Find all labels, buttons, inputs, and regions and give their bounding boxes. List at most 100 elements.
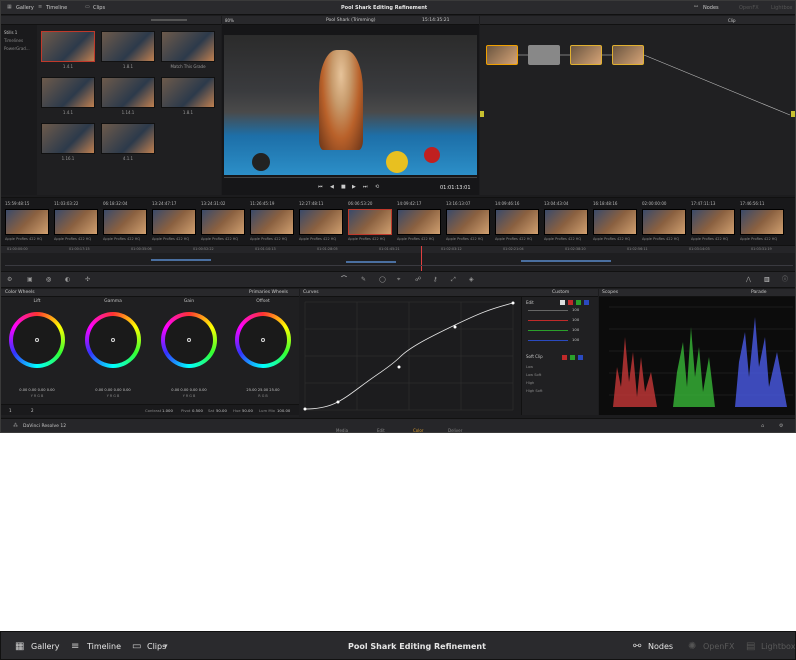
deliver-page-tab[interactable]: Deliver bbox=[448, 428, 462, 432]
clip-thumbnail[interactable] bbox=[201, 209, 245, 235]
viewer-scrubber[interactable] bbox=[224, 177, 477, 178]
stop-icon[interactable]: ■ bbox=[341, 185, 346, 190]
wheel-mode-select[interactable]: Primaries Wheels bbox=[249, 290, 288, 295]
album-stills[interactable]: Stills 1 bbox=[4, 30, 17, 35]
media-page-tab[interactable]: Media bbox=[336, 428, 348, 432]
zoom-level[interactable]: 80% bbox=[225, 18, 234, 23]
keyframes-icon[interactable]: ⋀ bbox=[746, 277, 751, 283]
loop-icon[interactable]: ⟲ bbox=[375, 185, 379, 190]
curve-point[interactable] bbox=[303, 407, 307, 411]
timeline-button[interactable]: Timeline bbox=[87, 642, 121, 651]
contrast-value[interactable]: 1.000 bbox=[162, 408, 173, 413]
clips-button[interactable]: Clips bbox=[93, 5, 105, 11]
go-to-start-icon[interactable]: ⏮ bbox=[318, 185, 323, 190]
nodes-button[interactable]: Nodes bbox=[648, 642, 673, 651]
qualifier-icon[interactable]: ✎ bbox=[361, 277, 366, 283]
clip-thumbnail[interactable] bbox=[544, 209, 588, 235]
3d-icon[interactable]: ◈ bbox=[469, 277, 474, 283]
home-icon[interactable]: ⌂ bbox=[761, 424, 764, 429]
gallery-button[interactable]: Gallery bbox=[31, 642, 60, 651]
still-thumbnail[interactable] bbox=[101, 31, 155, 62]
nodes-icon[interactable]: ⚯ bbox=[633, 642, 641, 652]
page-2-button[interactable]: 2 bbox=[31, 408, 34, 413]
timeline-playhead[interactable] bbox=[421, 246, 422, 272]
curves-graph[interactable] bbox=[300, 297, 521, 415]
tracker-icon[interactable]: ⌖ bbox=[397, 277, 400, 283]
hue-value[interactable]: 50.00 bbox=[242, 408, 253, 413]
curve-point[interactable] bbox=[511, 301, 515, 305]
green-channel-button[interactable] bbox=[576, 300, 581, 305]
clip-thumbnail[interactable] bbox=[397, 209, 441, 235]
sizing-icon[interactable]: ⤢ bbox=[451, 277, 456, 283]
timeline-button[interactable]: Timeline bbox=[46, 5, 67, 11]
luma-channel-button[interactable] bbox=[560, 300, 565, 305]
clip-thumbnail[interactable] bbox=[152, 209, 196, 235]
blue-channel-button[interactable] bbox=[584, 300, 589, 305]
gallery-button[interactable]: Gallery bbox=[16, 5, 34, 11]
lightbox-button[interactable]: Lightbox bbox=[761, 642, 795, 651]
openfx-icon[interactable]: ✺ bbox=[688, 642, 696, 652]
node-graph[interactable] bbox=[480, 25, 795, 195]
timeline-icon[interactable]: ≡ bbox=[38, 5, 42, 10]
curve-point[interactable] bbox=[336, 400, 340, 404]
album-powergrades[interactable]: PowerGrad... bbox=[4, 46, 30, 51]
still-thumbnail[interactable] bbox=[101, 123, 155, 154]
green-intensity-slider[interactable] bbox=[528, 330, 568, 331]
video-frame[interactable] bbox=[224, 35, 477, 175]
still-thumbnail[interactable] bbox=[41, 77, 95, 108]
clip-thumbnail[interactable] bbox=[299, 209, 343, 235]
curve-point[interactable] bbox=[453, 325, 457, 329]
info-icon[interactable]: ⓘ bbox=[782, 277, 788, 283]
scopes-icon[interactable]: ▥ bbox=[764, 277, 770, 283]
red-intensity-slider[interactable] bbox=[528, 320, 568, 321]
timeline-icon[interactable]: ≡ bbox=[71, 642, 79, 652]
nodes-icon[interactable]: ⚯ bbox=[694, 5, 698, 10]
pivot-value[interactable]: 0.500 bbox=[192, 408, 203, 413]
luma-intensity-value[interactable]: 100 bbox=[572, 307, 579, 312]
offset-values[interactable]: 25.00 25.00 25.00 bbox=[231, 388, 295, 392]
still-thumbnail[interactable] bbox=[161, 77, 215, 108]
lightbox-icon[interactable]: ▤ bbox=[746, 642, 755, 652]
curves-mode-select[interactable]: Custom bbox=[552, 290, 569, 295]
play-icon[interactable]: ▶ bbox=[352, 185, 356, 190]
album-timelines[interactable]: Timelines bbox=[4, 38, 23, 43]
scope-mode-select[interactable]: Parade bbox=[751, 290, 767, 295]
openfx-button[interactable]: OpenFX bbox=[739, 5, 759, 11]
nodes-button[interactable]: Nodes bbox=[703, 5, 719, 11]
green-intensity-value[interactable]: 100 bbox=[572, 327, 579, 332]
play-reverse-icon[interactable]: ◀ bbox=[330, 185, 334, 190]
curve-point[interactable] bbox=[397, 365, 401, 369]
node-mode-label[interactable]: Clip bbox=[728, 18, 736, 23]
clips-icon[interactable]: ▭ bbox=[132, 642, 141, 652]
color-wheels-icon[interactable]: ◎ bbox=[46, 277, 51, 283]
clip-thumbnail[interactable] bbox=[593, 209, 637, 235]
clip-thumbnail[interactable] bbox=[446, 209, 490, 235]
still-thumbnail[interactable] bbox=[101, 77, 155, 108]
curves-icon[interactable]: ⌒ bbox=[341, 277, 347, 283]
clip-thumbnail[interactable] bbox=[103, 209, 147, 235]
blue-intensity-value[interactable]: 100 bbox=[572, 337, 579, 342]
key-icon[interactable]: ⚷ bbox=[433, 277, 437, 283]
softclip-green-button[interactable] bbox=[570, 355, 575, 360]
clip-thumbnail[interactable] bbox=[5, 209, 49, 235]
luma-intensity-slider[interactable] bbox=[528, 310, 568, 311]
clip-thumbnail[interactable] bbox=[348, 209, 392, 235]
page-1-button[interactable]: 1 bbox=[9, 408, 12, 413]
rgb-mixer-icon[interactable]: ◐ bbox=[65, 277, 70, 283]
gain-wheel[interactable] bbox=[161, 312, 221, 372]
color-match-icon[interactable]: ▣ bbox=[27, 277, 33, 283]
gain-values[interactable]: 0.00 0.00 0.00 0.00 bbox=[157, 388, 221, 392]
color-page-tab[interactable]: Color bbox=[413, 428, 423, 432]
clip-thumbnail[interactable] bbox=[740, 209, 784, 235]
gallery-icon[interactable]: ▦ bbox=[15, 642, 24, 652]
motion-effects-icon[interactable]: ✣ bbox=[85, 277, 90, 283]
lift-values[interactable]: 0.00 0.00 0.00 0.00 bbox=[5, 388, 69, 392]
openfx-button[interactable]: OpenFX bbox=[703, 642, 734, 651]
softclip-blue-button[interactable] bbox=[578, 355, 583, 360]
thumb-size-slider[interactable] bbox=[151, 19, 187, 21]
camera-raw-icon[interactable]: ⚙ bbox=[7, 277, 12, 283]
chevron-down-icon[interactable]: ▾ bbox=[164, 643, 168, 650]
clips-icon[interactable]: ▭ bbox=[85, 5, 90, 10]
settings-gear-icon[interactable]: ⚙ bbox=[779, 424, 783, 429]
red-intensity-value[interactable]: 100 bbox=[572, 317, 579, 322]
